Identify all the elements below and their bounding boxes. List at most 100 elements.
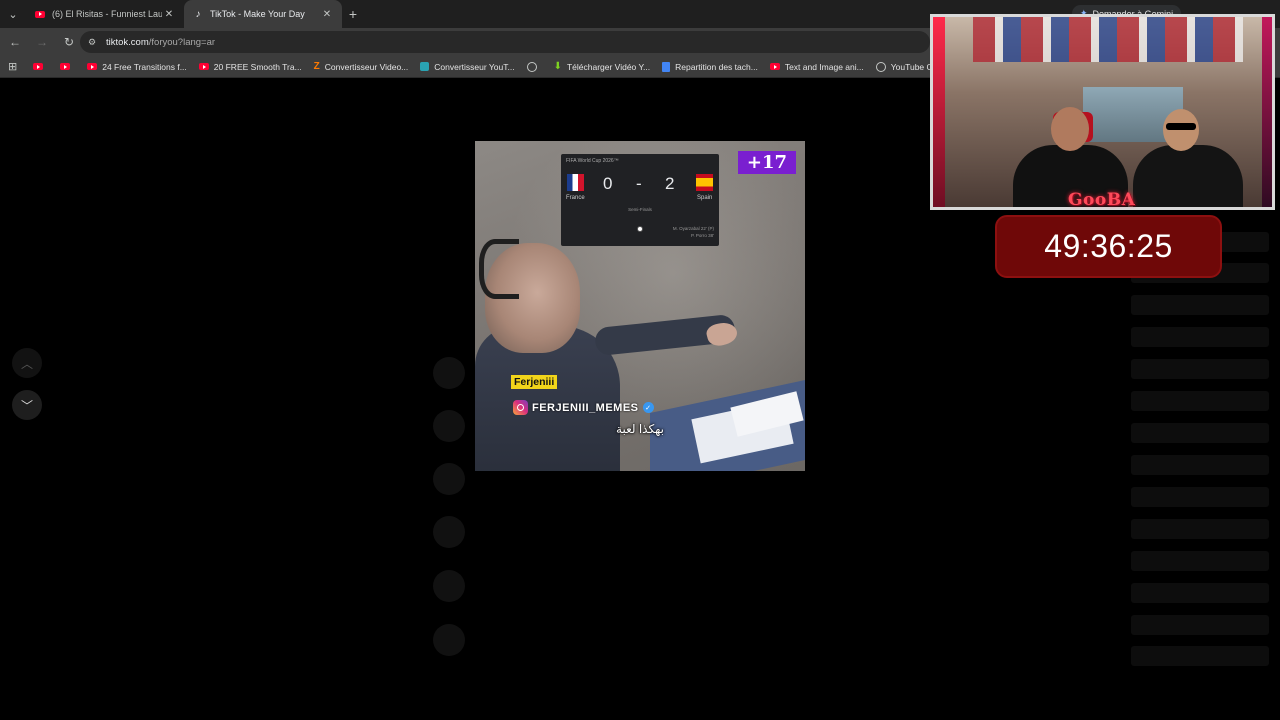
tiktok-icon: ♪ [195,8,201,20]
site-info-icon[interactable]: ⚙ [88,37,102,48]
tab-youtube[interactable]: (6) El Risitas - Funniest Laugh E ✕ [26,0,184,28]
football-icon [637,226,643,232]
away-score: 2 [665,174,675,193]
bookmark-label: Convertisseur Video... [324,61,409,72]
action-button-placeholder[interactable] [433,570,465,602]
loading-placeholder [1131,295,1269,315]
verified-icon: ✓ [642,402,654,413]
new-tab-button[interactable]: + [342,6,364,22]
youtube-icon [33,63,44,70]
match-stage: Semi-Finals [628,207,652,212]
bookmark-item[interactable] [526,61,542,72]
arrow-right-icon: → [36,35,48,49]
chevron-up-icon: ︿ [20,356,33,371]
youtube-icon [87,63,98,70]
bookmark-item[interactable] [33,63,48,70]
z-icon: Z [313,61,320,72]
home-team: France [566,195,585,201]
globe-icon [875,61,886,72]
loading-placeholder [1131,423,1269,443]
doc-icon [662,61,671,72]
chevron-down-icon: ﹀ [20,398,33,413]
bookmark-item[interactable]: Text and Image ani... [769,61,864,72]
action-button-placeholder[interactable] [433,463,465,495]
scorer-line: P. Porro 38' [690,233,714,238]
bookmark-item[interactable]: Z Convertisseur Video... [314,61,409,72]
close-icon[interactable]: ✕ [320,9,334,20]
bookmark-item[interactable]: 20 FREE Smooth Tra... [198,61,302,72]
instagram-watermark: FERJENIII_MEMES ✓ [513,400,654,415]
instagram-icon [513,400,528,415]
loading-placeholder [1131,519,1269,539]
instagram-handle: FERJENIII_MEMES [532,401,639,414]
loading-placeholder [1131,615,1269,635]
bookmark-item[interactable]: 24 Free Transitions f... [87,62,187,72]
bookmark-label: Télécharger Vidéo Y... [566,61,651,72]
away-team: Spain [697,195,713,201]
loading-placeholder [1131,487,1269,507]
globe-icon [526,61,537,72]
address-domain: tiktok.com [106,36,149,48]
creator-name-tag: Ferjeniii [511,375,558,389]
youtube-icon [198,63,209,70]
address-path: /foryou?lang=ar [148,36,216,48]
next-video-button[interactable]: ﹀ [12,390,42,420]
address-bar[interactable]: ⚙ tiktok.com/foryou?lang=ar [80,31,930,53]
score-separator: - [636,174,642,193]
action-button-placeholder[interactable] [433,516,465,548]
tab-title: TikTok - Make Your Day [210,9,305,19]
screen: ⌄ (6) El Risitas - Funniest Laugh E ✕ ♪ … [0,0,1280,720]
arrow-left-icon: ← [9,35,21,49]
streamer-right [1133,109,1243,207]
youtube-icon [769,63,780,70]
back-button[interactable]: ← [3,30,27,54]
bookmark-item[interactable]: Repartition des tach... [662,61,758,72]
loading-placeholder [1131,359,1269,379]
bookmark-label: Repartition des tach... [675,61,758,72]
tab-tiktok[interactable]: ♪ TikTok - Make Your Day ✕ [184,0,342,28]
reload-icon: ↻ [63,35,75,49]
tab-search-button[interactable]: ⌄ [0,0,26,28]
home-score: 0 [603,174,613,193]
bookmark-item[interactable] [60,63,75,70]
converter-icon [420,62,430,71]
loading-placeholder [1131,551,1269,571]
webcam-overlay [930,14,1275,210]
flags-ceiling [973,17,1243,62]
action-button-placeholder[interactable] [433,410,465,442]
video-player[interactable]: FIFA World Cup 2026™ 0 - 2 France Spain … [475,141,805,471]
neon-light [933,17,945,207]
reload-button[interactable]: ↻ [57,30,81,54]
france-flag-icon [567,174,584,191]
loading-placeholder [1131,455,1269,475]
loading-placeholder [1131,391,1269,411]
bookmark-label: 20 FREE Smooth Tra... [213,61,302,72]
spain-flag-icon [696,174,713,191]
headset-icon [479,239,519,299]
scoreboard: FIFA World Cup 2026™ 0 - 2 France Spain … [561,154,719,246]
loading-placeholder [1131,327,1269,347]
neon-light [1262,17,1272,207]
action-button-placeholder[interactable] [433,624,465,656]
close-icon[interactable]: ✕ [162,9,176,20]
previous-video-button[interactable]: ︿ [12,348,42,378]
scorers: M. Oyarzabal 22' (P) P. Porro 38' [673,225,714,239]
action-button-placeholder[interactable] [433,357,465,389]
channel-logo: GooBA [1068,190,1136,210]
loading-placeholder [1131,583,1269,603]
sunglasses-icon [1166,123,1196,130]
youtube-icon [60,63,71,70]
bookmark-label: 24 Free Transitions f... [102,61,187,72]
scorer-line: M. Oyarzabal 22' (P) [672,226,714,231]
bookmark-item[interactable]: Convertisseur YouT... [420,61,515,72]
chevron-down-icon: ⌄ [8,8,18,21]
stream-timer: 49:36:25 [995,215,1222,278]
bookmark-label: Text and Image ani... [784,61,864,72]
forward-button[interactable]: → [30,30,54,54]
loading-placeholder [1131,646,1269,666]
apps-grid-icon[interactable]: ⊞ [8,60,17,73]
bookmark-item[interactable]: ⬇ Télécharger Vidéo Y... [554,61,651,72]
video-subtitle: بهكذا لعبة [616,422,664,436]
bookmark-label: Convertisseur YouT... [434,61,515,72]
competition-label: FIFA World Cup 2026™ [566,158,619,164]
